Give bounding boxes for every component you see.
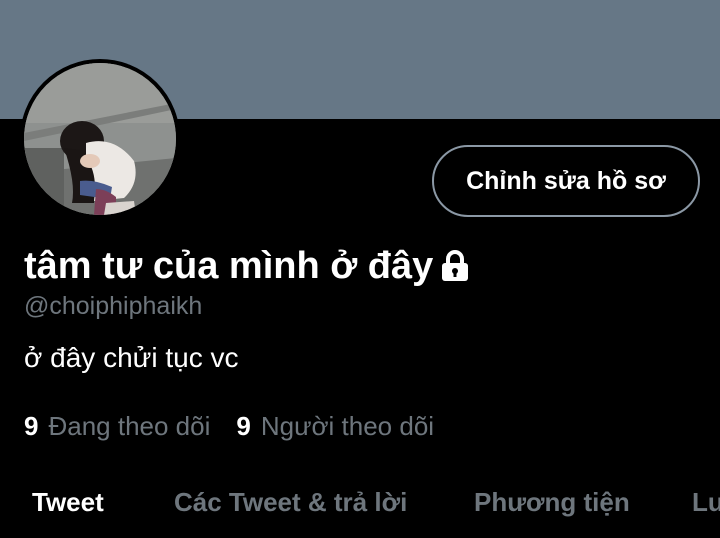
followers-count: 9 [236, 410, 251, 441]
following-count: 9 [24, 410, 39, 441]
followers-link[interactable]: 9 Người theo dõi [236, 411, 434, 442]
profile-handle: @choiphiphaikh [24, 292, 203, 320]
profile-stats: 9 Đang theo dõi 9 Người theo dõi [24, 410, 434, 442]
tab-likes[interactable]: Lu [692, 487, 720, 518]
following-label: Đang theo dõi [48, 410, 211, 441]
tab-tweets[interactable]: Tweet [32, 487, 104, 518]
following-link[interactable]: 9 Đang theo dõi [24, 411, 210, 442]
display-name-row: tâm tư của mình ở đây [24, 238, 471, 294]
tab-media[interactable]: Phương tiện [474, 487, 630, 518]
avatar-photo [24, 63, 176, 215]
profile-avatar[interactable] [20, 59, 180, 219]
display-name: tâm tư của mình ở đây [24, 245, 434, 287]
edit-profile-button[interactable]: Chỉnh sửa hồ sơ [432, 145, 700, 217]
followers-label: Người theo dõi [260, 410, 435, 441]
tab-tweets-and-replies[interactable]: Các Tweet & trả lời [174, 487, 407, 518]
profile-bio: ở đây chửi tục vc [24, 342, 239, 373]
profile-tabs: Tweet Các Tweet & trả lời Phương tiện Lu [0, 478, 720, 538]
lock-icon [439, 249, 471, 283]
